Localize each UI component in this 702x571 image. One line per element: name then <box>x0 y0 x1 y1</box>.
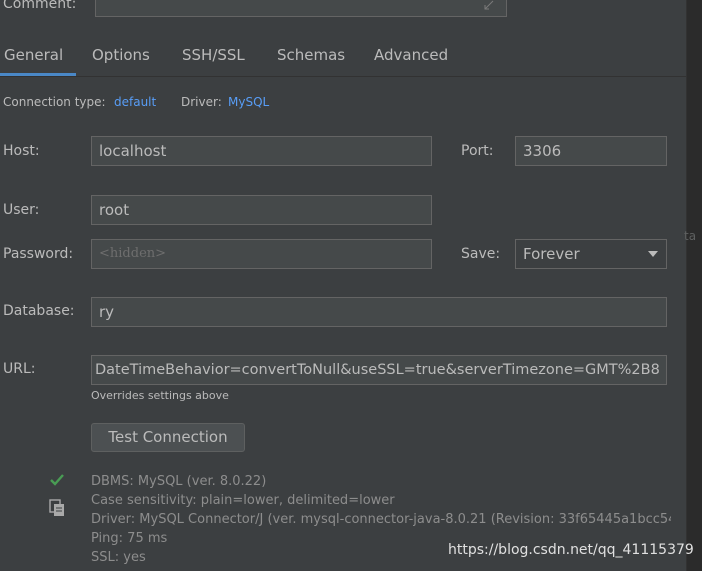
tab-general[interactable]: General <box>4 46 63 64</box>
driver-label: Driver: <box>181 95 222 109</box>
checkmark-icon <box>50 474 64 486</box>
chevron-down-icon <box>648 251 658 257</box>
comment-label: Comment: <box>3 0 77 12</box>
password-label: Password: <box>3 246 74 262</box>
tab-ssh-ssl[interactable]: SSH/SSL <box>182 46 245 64</box>
password-input[interactable]: <hidden> <box>91 239 432 269</box>
port-input[interactable]: 3306 <box>515 136 667 166</box>
connection-type-link[interactable]: default <box>114 95 156 109</box>
tab-options[interactable]: Options <box>92 46 150 64</box>
expand-icon[interactable] <box>484 0 494 10</box>
info-driver: Driver: MySQL Connector/J (ver. mysql-co… <box>91 512 671 527</box>
url-input[interactable]: DateTimeBehavior=convertToNull&useSSL=tr… <box>91 355 667 385</box>
side-panel-text: ta <box>684 229 697 243</box>
comment-field[interactable] <box>95 0 507 17</box>
connection-type-label: Connection type: <box>3 95 106 109</box>
url-hint: Overrides settings above <box>91 389 229 402</box>
tab-schemas[interactable]: Schemas <box>277 46 345 64</box>
user-label: User: <box>3 202 40 218</box>
tabs-divider <box>0 76 686 77</box>
save-label: Save: <box>461 246 501 262</box>
driver-link[interactable]: MySQL <box>228 95 269 109</box>
info-dbms: DBMS: MySQL (ver. 8.0.22) <box>91 474 267 489</box>
database-label: Database: <box>3 303 75 319</box>
tab-advanced[interactable]: Advanced <box>374 46 448 64</box>
host-input[interactable]: localhost <box>91 136 432 166</box>
database-input[interactable]: ry <box>91 297 667 327</box>
side-panel <box>686 0 702 571</box>
user-input[interactable]: root <box>91 195 432 225</box>
url-label: URL: <box>3 361 36 377</box>
save-select[interactable]: Forever <box>515 239 667 269</box>
save-select-value: Forever <box>523 245 580 263</box>
host-label: Host: <box>3 143 40 159</box>
info-case-sensitivity: Case sensitivity: plain=lower, delimited… <box>91 493 395 508</box>
test-connection-label: Test Connection <box>108 428 228 446</box>
port-label: Port: <box>461 143 494 159</box>
copy-icon[interactable] <box>49 499 65 517</box>
watermark: https://blog.csdn.net/qq_41115379 <box>448 542 694 558</box>
test-connection-button[interactable]: Test Connection <box>91 423 245 452</box>
